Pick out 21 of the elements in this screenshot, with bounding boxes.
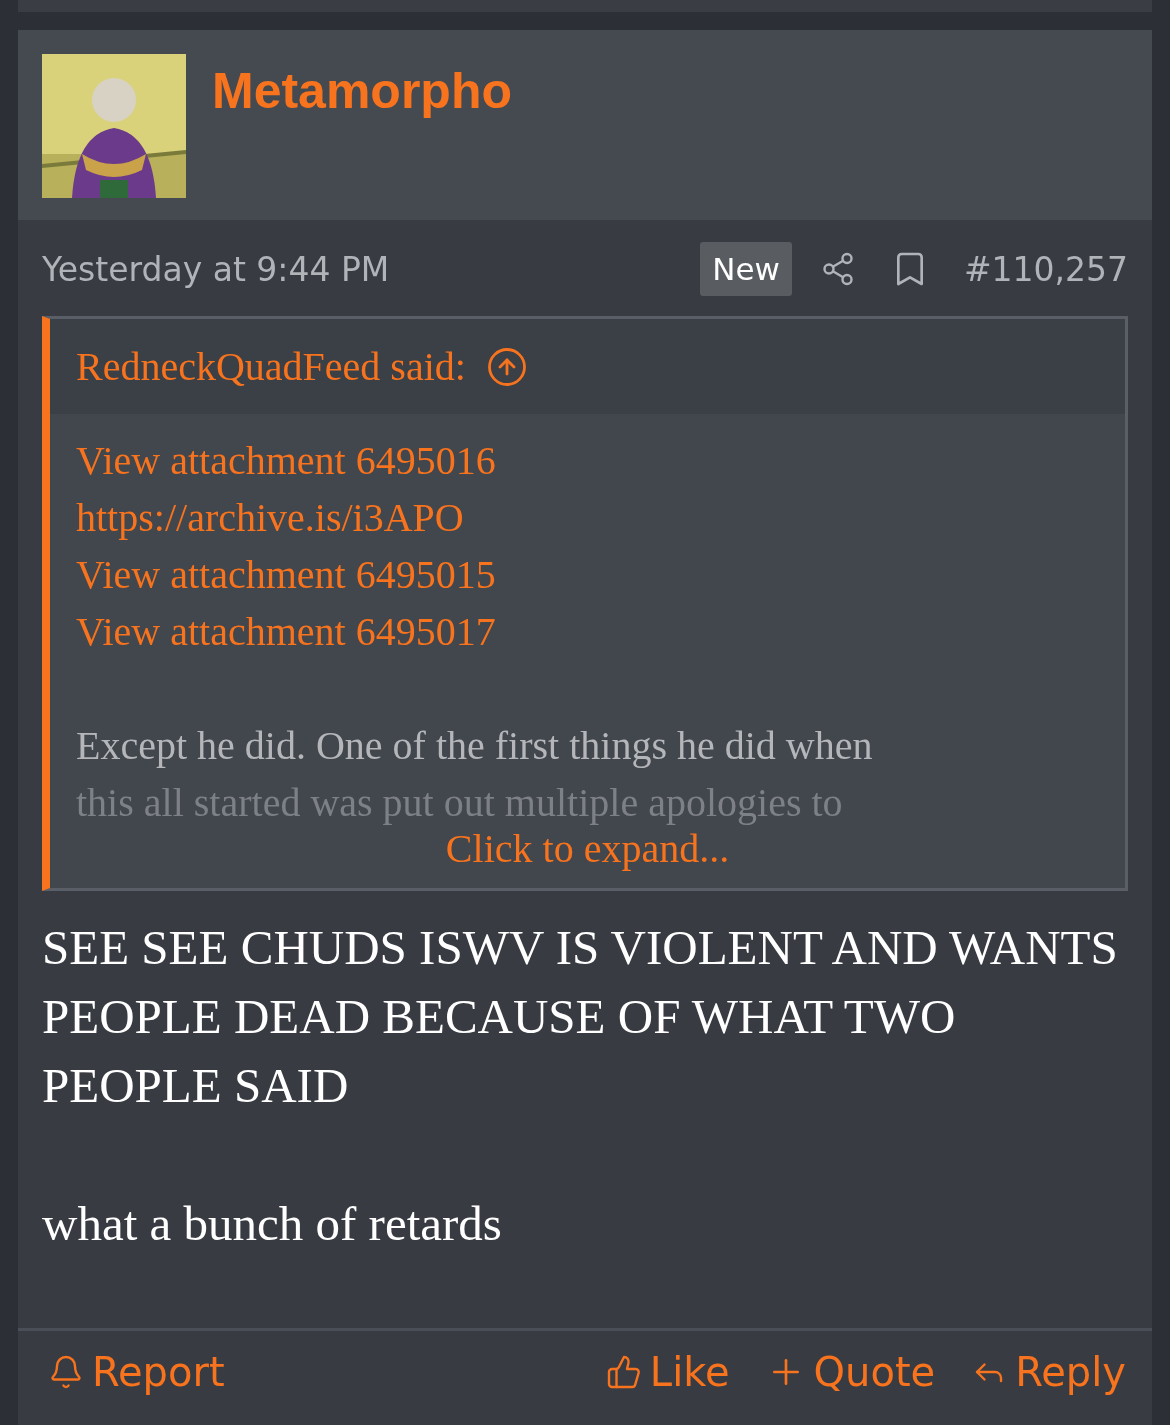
report-link[interactable]: Report <box>48 1349 225 1395</box>
arrow-up-icon[interactable] <box>485 345 528 388</box>
reply-link[interactable]: Reply <box>971 1349 1126 1395</box>
username[interactable]: Metamorpho <box>212 62 512 198</box>
thumbs-up-icon <box>605 1354 642 1390</box>
quote-link[interactable]: View attachment 6495015 <box>76 546 496 603</box>
quote-link[interactable]: View attachment 6495017 <box>76 603 496 660</box>
post-number[interactable]: #110,257 <box>963 249 1128 289</box>
quote-link[interactable]: View attachment 6495016 <box>76 432 496 489</box>
like-link[interactable]: Like <box>605 1349 730 1395</box>
bell-icon <box>48 1354 84 1390</box>
expand-link[interactable]: Click to expand... <box>445 825 730 872</box>
post-text: SEE SEE CHUDS ISWV IS VIOLENT AND WANTS PEOPLE DEAD BECAUSE OF WHAT TWO PEOPLE SAID <box>42 919 1119 1115</box>
quote-link[interactable]: Quote <box>765 1349 936 1395</box>
quote-text: this all started was put out multiple apologies to <box>76 779 844 827</box>
post-text: what a bunch of retards <box>42 1195 503 1253</box>
post-time[interactable]: Yesterday at 9:44 PM <box>42 249 390 289</box>
quote-link[interactable]: https://archive.is/i3APO <box>76 489 464 546</box>
new-label: New <box>700 242 792 296</box>
quote-author[interactable]: RedneckQuadFeed said: <box>76 343 466 390</box>
quote-text: Except he did. One of the first things he did when <box>76 722 874 770</box>
